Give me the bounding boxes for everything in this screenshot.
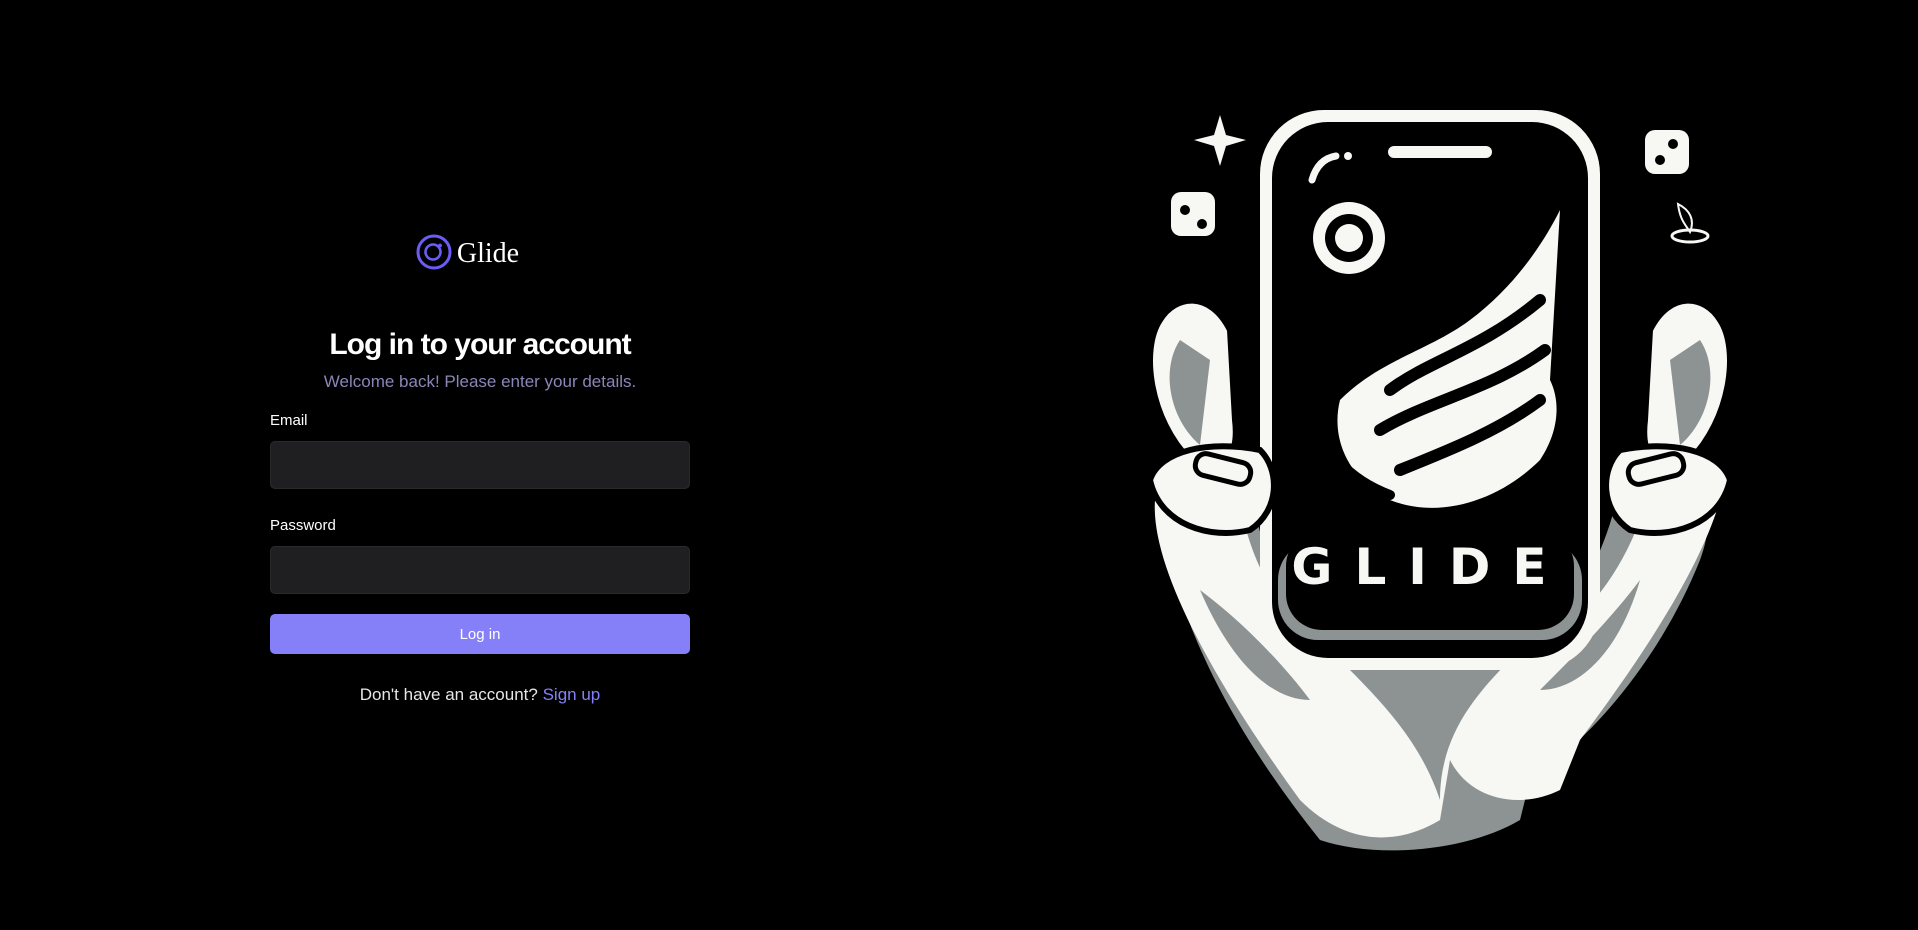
glide-hand-phone-illustration: GLIDE (1146, 110, 1734, 851)
login-page: Glide Log in to your account Welcome bac… (0, 0, 1918, 930)
brand-name: Glide (456, 238, 520, 269)
email-label: Email (270, 412, 308, 429)
phone-speaker (1388, 146, 1492, 158)
sparkle-icon (1194, 115, 1246, 166)
password-field[interactable] (270, 546, 690, 594)
phone-wordmark: GLIDE (1291, 538, 1568, 596)
camera-lens (1335, 224, 1363, 252)
dice-pip (1197, 219, 1207, 229)
signup-prompt: Don't have an account? (359, 685, 538, 704)
glide-ring-icon (416, 234, 452, 270)
dice-pip (1668, 139, 1678, 149)
dice-icon (1645, 130, 1689, 174)
dice-icon (1171, 192, 1215, 236)
email-field[interactable] (270, 441, 690, 489)
login-button[interactable]: Log in (270, 614, 690, 654)
page-subtitle: Welcome back! Please enter your details. (323, 372, 637, 391)
page-title: Log in to your account (329, 328, 631, 361)
password-label: Password (270, 517, 336, 534)
phone-dot (1344, 152, 1352, 160)
dice-pip (1655, 155, 1665, 165)
signup-row: Don't have an account? Sign up (270, 684, 690, 706)
brand-logo: Glide (244, 230, 690, 274)
signup-link[interactable]: Sign up (543, 685, 601, 704)
dice-pip (1180, 205, 1190, 215)
login-panel: Glide Log in to your account Welcome bac… (270, 230, 690, 706)
flame-icon (1676, 202, 1693, 235)
